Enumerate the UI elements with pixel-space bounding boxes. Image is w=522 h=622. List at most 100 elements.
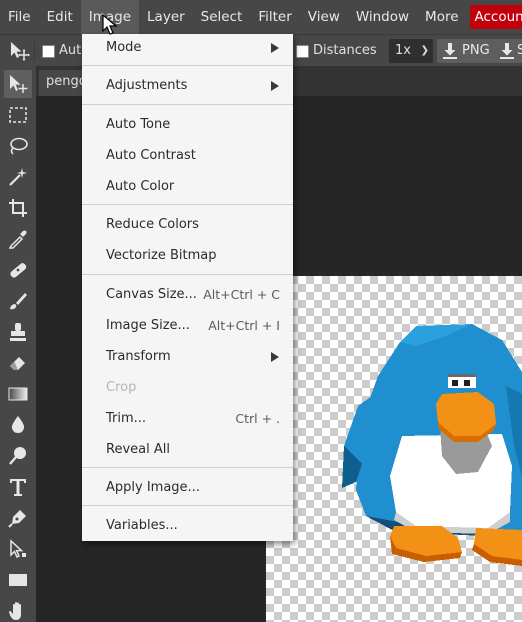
tool-path-select[interactable]: [4, 535, 32, 563]
tool-move[interactable]: [4, 70, 32, 98]
auto-select-checkbox[interactable]: [42, 45, 55, 58]
menu-item-apply-image[interactable]: Apply Image...: [82, 472, 293, 503]
download-icon: [500, 43, 514, 59]
export-png-label: PNG: [462, 43, 490, 58]
tool-crop[interactable]: [4, 194, 32, 222]
menu-item-label: Apply Image...: [106, 480, 200, 495]
menu-separator: [82, 467, 293, 468]
blur-icon: [11, 416, 25, 433]
menu-item-label: Trim...: [106, 411, 147, 426]
menu-item-label: Image Size...: [106, 318, 190, 333]
export-svg-button[interactable]: S: [494, 39, 522, 63]
crop-icon: [9, 199, 27, 217]
menu-item-label: Auto Contrast: [106, 148, 196, 163]
brush-icon: [10, 293, 27, 310]
menu-item-label: Reduce Colors: [106, 217, 199, 232]
gradient-icon: [8, 387, 28, 401]
tool-blur[interactable]: [4, 411, 32, 439]
canvas[interactable]: [266, 276, 522, 622]
penguin-image: [342, 324, 522, 566]
menu-edit[interactable]: Edit: [39, 0, 81, 34]
menu-item-label: Adjustments: [106, 78, 188, 93]
eraser-icon: [10, 357, 25, 370]
clone-stamp-icon: [10, 323, 26, 341]
account-button[interactable]: Account: [469, 5, 522, 29]
pen-icon: [8, 510, 26, 528]
download-icon: [443, 43, 457, 59]
menu-item-trim[interactable]: Trim... Ctrl + .: [82, 403, 293, 434]
move-tool-icon: [10, 75, 28, 93]
tool-magic-wand[interactable]: [4, 163, 32, 191]
chevron-down-icon: ❯: [420, 45, 429, 56]
menu-item-auto-color[interactable]: Auto Color: [82, 171, 293, 202]
menu-bar: File Edit Image Layer Select Filter View…: [0, 0, 522, 34]
menu-item-auto-contrast[interactable]: Auto Contrast: [82, 140, 293, 171]
menu-item-adjustments[interactable]: Adjustments: [82, 70, 293, 101]
tool-gradient[interactable]: [4, 380, 32, 408]
distances-checkbox[interactable]: [296, 45, 309, 58]
menu-file[interactable]: File: [0, 0, 39, 34]
menu-layer[interactable]: Layer: [139, 0, 193, 34]
menu-item-label: Crop: [106, 380, 137, 395]
menu-separator: [82, 104, 293, 105]
shape-icon: [9, 574, 27, 586]
tool-clone-stamp[interactable]: [4, 318, 32, 346]
tool-lasso[interactable]: [4, 132, 32, 160]
marquee-icon: [9, 107, 27, 123]
tool-brush[interactable]: [4, 287, 32, 315]
menu-item-crop: Crop: [82, 372, 293, 403]
move-tool-icon[interactable]: [8, 40, 30, 62]
submenu-arrow-icon: [271, 43, 279, 53]
menu-item-label: Mode: [106, 40, 142, 55]
magic-wand-icon: [9, 168, 27, 186]
options-separator: [34, 41, 35, 61]
menu-item-label: Variables...: [106, 518, 178, 533]
healing-brush-icon: [10, 263, 27, 278]
menu-more[interactable]: More: [417, 0, 466, 34]
path-select-icon: [10, 539, 26, 559]
menu-select[interactable]: Select: [193, 0, 251, 34]
menu-item-label: Auto Tone: [106, 117, 171, 132]
menu-item-label: Canvas Size...: [106, 287, 197, 302]
menu-item-label: Reveal All: [106, 442, 170, 457]
tool-marquee[interactable]: [4, 101, 32, 129]
menu-item-label: Transform: [106, 349, 171, 364]
menu-item-label: Vectorize Bitmap: [106, 248, 217, 263]
menu-separator: [82, 505, 293, 506]
eyedropper-icon: [8, 230, 27, 249]
menu-separator: [82, 274, 293, 275]
menu-item-reveal-all[interactable]: Reveal All: [82, 434, 293, 465]
tool-healing[interactable]: [4, 256, 32, 284]
tool-dodge[interactable]: [4, 442, 32, 470]
type-icon: [10, 479, 26, 496]
submenu-arrow-icon: [271, 81, 279, 91]
lasso-icon: [10, 137, 28, 155]
menu-filter[interactable]: Filter: [250, 0, 299, 34]
menu-item-shortcut: Alt+Ctrl + I: [208, 318, 280, 333]
mouse-cursor-icon: [102, 14, 118, 35]
zoom-value: 1x: [395, 43, 411, 58]
menu-item-reduce-colors[interactable]: Reduce Colors: [82, 209, 293, 240]
tool-shape[interactable]: [4, 566, 32, 594]
menu-item-auto-tone[interactable]: Auto Tone: [82, 109, 293, 140]
dodge-icon: [9, 447, 26, 465]
export-png-button[interactable]: PNG: [437, 39, 496, 63]
tool-eraser[interactable]: [4, 349, 32, 377]
tool-hand[interactable]: [4, 597, 32, 622]
tool-pen[interactable]: [4, 504, 32, 532]
menu-view[interactable]: View: [300, 0, 348, 34]
tool-eyedropper[interactable]: [4, 225, 32, 253]
menu-item-variables[interactable]: Variables...: [82, 510, 293, 541]
menu-item-canvas-size[interactable]: Canvas Size... Alt+Ctrl + C: [82, 279, 293, 310]
tools-panel: [0, 66, 36, 622]
menu-item-shortcut: Ctrl + .: [235, 411, 280, 426]
menu-item-vectorize-bitmap[interactable]: Vectorize Bitmap: [82, 240, 293, 271]
zoom-select[interactable]: 1x ❯: [389, 39, 433, 63]
tool-type[interactable]: [4, 473, 32, 501]
menu-item-transform[interactable]: Transform: [82, 341, 293, 372]
menu-separator: [82, 65, 293, 66]
menu-item-mode[interactable]: Mode: [82, 32, 293, 63]
menu-window[interactable]: Window: [348, 0, 417, 34]
menu-item-image-size[interactable]: Image Size... Alt+Ctrl + I: [82, 310, 293, 341]
distances-label: Distances: [313, 43, 377, 58]
